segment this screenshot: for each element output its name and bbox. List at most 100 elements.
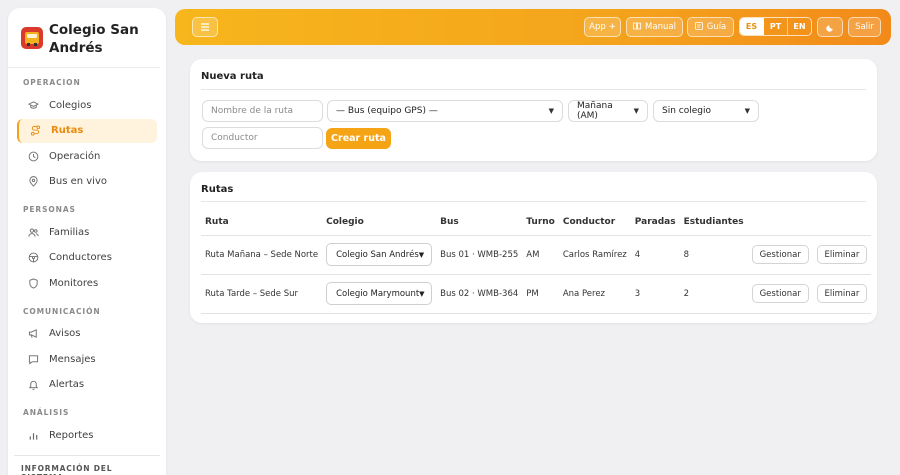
hamburger-menu-button[interactable]: [192, 17, 218, 37]
steering-wheel-icon: [27, 252, 39, 264]
sidebar-item-label: Colegios: [49, 99, 92, 111]
col-bus: Bus: [436, 209, 523, 236]
divider: [201, 201, 866, 202]
lang-es-button[interactable]: ES: [740, 18, 764, 35]
sidebar-item-operacion[interactable]: Operación: [17, 144, 157, 168]
bus-select[interactable]: — Bus (equipo GPS) — ▼: [327, 100, 563, 122]
bus-select-value: — Bus (equipo GPS) —: [336, 106, 438, 116]
sidebar-item-label: Operación: [49, 150, 101, 162]
sidebar-item-avisos[interactable]: Avisos: [17, 322, 157, 346]
sidebar-item-familias[interactable]: Familias: [17, 220, 157, 244]
section-label-analisis: ANÁLISIS: [23, 408, 70, 417]
lang-pt-button[interactable]: PT: [764, 18, 788, 35]
cell-estudiantes: 2: [679, 274, 748, 314]
sidebar-item-label: Avisos: [49, 328, 81, 339]
cell-colegio: Colegio San Andrés ▼: [322, 235, 437, 275]
chevron-down-icon: ▼: [633, 107, 639, 115]
cell-ruta: Ruta Tarde – Sede Sur: [201, 274, 323, 314]
delete-route-button[interactable]: Eliminar: [816, 284, 868, 303]
sidebar-item-bus-en-vivo[interactable]: Bus en vivo: [17, 170, 157, 194]
table-row: Ruta Tarde – Sede Sur Colegio Marymount …: [201, 274, 872, 314]
sidebar-item-mensajes[interactable]: Mensajes: [17, 347, 157, 371]
manual-button[interactable]: Manual: [626, 17, 683, 37]
delete-route-button[interactable]: Eliminar: [816, 245, 868, 264]
chevron-down-icon: ▼: [419, 289, 425, 298]
book-icon: [633, 22, 641, 32]
school-select[interactable]: Sin colegio ▼: [653, 100, 759, 122]
shift-select[interactable]: Mañana (AM) ▼: [568, 100, 648, 122]
cell-estudiantes: 8: [679, 235, 748, 275]
lang-en-button[interactable]: EN: [788, 18, 811, 35]
brand: Colegio San Andrés: [8, 8, 160, 68]
cell-actions: Gestionar Eliminar: [747, 235, 872, 275]
moon-icon: [825, 24, 833, 32]
sidebar-item-rutas[interactable]: Rutas: [17, 118, 157, 143]
system-info-label[interactable]: INFORMACIÓN DEL SISTEMA: [14, 455, 160, 475]
message-icon: [27, 353, 39, 365]
col-estudiantes: Estudiantes: [679, 209, 748, 236]
driver-input[interactable]: Conductor: [202, 127, 323, 149]
cell-paradas: 4: [630, 235, 680, 275]
app-button[interactable]: App +: [584, 17, 621, 37]
cell-colegio: Colegio Marymount ▼: [322, 274, 437, 314]
chevron-down-icon: ▼: [418, 250, 425, 259]
col-actions: [747, 209, 872, 236]
language-switcher: ES PT EN: [739, 17, 812, 36]
app-label: App: [589, 22, 606, 32]
guide-button[interactable]: Guía: [687, 17, 734, 37]
logout-button[interactable]: Salir: [848, 17, 881, 37]
hamburger-icon: [201, 23, 209, 31]
manage-route-button[interactable]: Gestionar: [751, 284, 809, 303]
chevron-down-icon: ▼: [548, 107, 554, 115]
row-school-select[interactable]: Colegio San Andrés ▼: [326, 243, 433, 266]
divider: [201, 89, 866, 90]
plus-icon: +: [608, 22, 616, 32]
chevron-down-icon: ▼: [744, 107, 750, 115]
new-route-card: Nueva ruta Nombre de la ruta — Bus (equi…: [190, 59, 877, 161]
cell-ruta: Ruta Mañana – Sede Norte: [201, 235, 323, 275]
sidebar-item-label: Bus en vivo: [49, 176, 107, 187]
section-label-personas: PERSONAS: [23, 205, 76, 214]
graduation-cap-icon: [27, 99, 39, 111]
clock-icon: [27, 150, 39, 162]
cell-turno: AM: [522, 235, 559, 275]
sidebar-item-reportes[interactable]: Reportes: [17, 423, 157, 447]
manage-route-button[interactable]: Gestionar: [751, 245, 809, 264]
sidebar-item-label: Familias: [49, 226, 90, 238]
col-turno: Turno: [522, 209, 559, 236]
col-ruta: Ruta: [201, 209, 323, 236]
topbar: App + Manual Guía ES PT EN Salir: [175, 9, 891, 45]
shield-icon: [27, 277, 39, 289]
sidebar-item-monitores[interactable]: Monitores: [17, 271, 157, 295]
routes-table: Ruta Colegio Bus Turno Conductor Paradas…: [201, 209, 872, 314]
cell-bus: Bus 01 · WMB-255: [436, 235, 523, 275]
row-school-select[interactable]: Colegio Marymount ▼: [326, 282, 433, 305]
sidebar: Colegio San Andrés OPERACION Colegios Ru…: [8, 8, 166, 475]
cell-turno: PM: [522, 274, 559, 314]
brand-name: Colegio San Andrés: [49, 22, 139, 56]
cell-conductor: Carlos Ramírez: [558, 235, 631, 275]
dark-mode-toggle[interactable]: [817, 17, 843, 37]
route-icon: [29, 125, 41, 137]
shift-select-value: Mañana (AM): [577, 101, 613, 121]
row-school-select-value: Colegio San Andrés: [336, 249, 419, 260]
route-name-input[interactable]: Nombre de la ruta: [202, 100, 323, 122]
megaphone-icon: [27, 328, 39, 340]
sidebar-item-label: Alertas: [49, 379, 85, 390]
sidebar-item-label: Conductores: [49, 252, 112, 263]
users-icon: [27, 226, 39, 238]
cell-conductor: Ana Perez: [558, 274, 631, 314]
new-route-title: Nueva ruta: [201, 71, 264, 82]
section-label-comunicacion: COMUNICACIÓN: [23, 306, 101, 316]
col-paradas: Paradas: [630, 209, 680, 236]
cell-bus: Bus 02 · WMB-364: [436, 274, 523, 314]
logout-label: Salir: [855, 22, 874, 32]
sidebar-item-alertas[interactable]: Alertas: [17, 373, 157, 397]
sidebar-item-conductores[interactable]: Conductores: [17, 246, 157, 270]
guide-label: Guía: [706, 22, 727, 32]
manual-label: Manual: [645, 22, 676, 32]
table-row: Ruta Mañana – Sede Norte Colegio San And…: [201, 235, 872, 275]
sidebar-item-colegios[interactable]: Colegios: [17, 93, 157, 117]
create-route-button[interactable]: Crear ruta: [326, 128, 391, 149]
school-select-value: Sin colegio: [662, 106, 711, 116]
